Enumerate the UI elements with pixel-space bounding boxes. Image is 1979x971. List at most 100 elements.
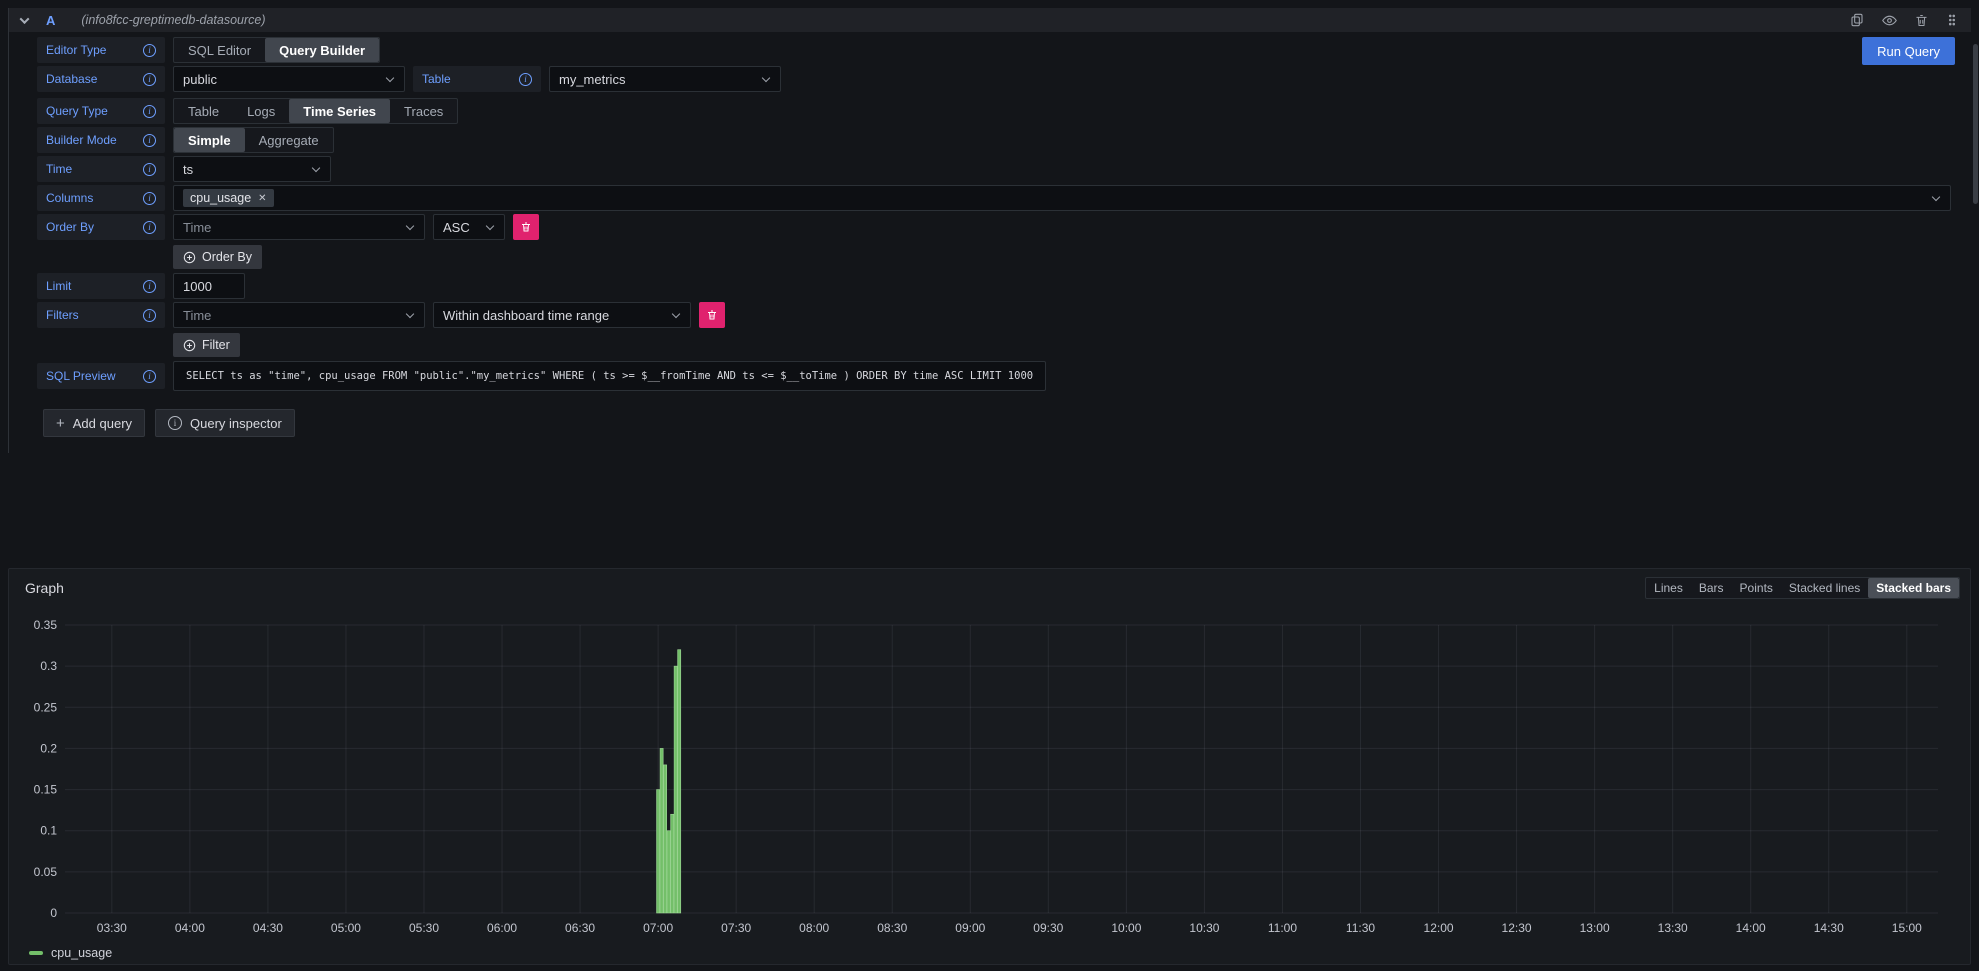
remove-tag-icon[interactable]: ✕ bbox=[258, 193, 266, 204]
svg-text:07:00: 07:00 bbox=[643, 921, 673, 935]
graph-panel: Graph Lines Bars Points Stacked lines St… bbox=[8, 568, 1971, 965]
add-query-button[interactable]: + Add query bbox=[43, 409, 145, 437]
info-icon[interactable]: i bbox=[143, 280, 156, 293]
query-type-option-logs[interactable]: Logs bbox=[233, 99, 289, 123]
columns-multiselect[interactable]: cpu_usage ✕ bbox=[173, 185, 1951, 211]
svg-text:0.15: 0.15 bbox=[34, 783, 58, 797]
svg-text:04:30: 04:30 bbox=[253, 921, 283, 935]
info-icon[interactable]: i bbox=[143, 370, 156, 383]
drag-handle-icon[interactable] bbox=[1945, 11, 1959, 29]
table-select[interactable]: my_metrics bbox=[549, 66, 781, 92]
query-type-label-box: Query Type i bbox=[37, 98, 165, 124]
query-ref-id[interactable]: A bbox=[46, 13, 55, 28]
legend-item-cpu-usage[interactable]: cpu_usage bbox=[19, 939, 1960, 960]
builder-mode-option-simple[interactable]: Simple bbox=[174, 128, 245, 152]
filter-column-value: Time bbox=[183, 308, 211, 323]
svg-text:0.2: 0.2 bbox=[40, 741, 57, 755]
order-by-column-value: Time bbox=[183, 220, 211, 235]
hide-response-eye-icon[interactable] bbox=[1881, 11, 1898, 29]
info-icon[interactable]: i bbox=[143, 105, 156, 118]
delete-query-trash-icon[interactable] bbox=[1914, 11, 1929, 29]
svg-text:11:30: 11:30 bbox=[1346, 921, 1375, 935]
mode-lines[interactable]: Lines bbox=[1646, 578, 1691, 598]
svg-text:06:30: 06:30 bbox=[565, 921, 595, 935]
chevron-down-icon bbox=[762, 73, 770, 81]
editor-type-option-query-builder[interactable]: Query Builder bbox=[265, 38, 379, 62]
add-filter-button[interactable]: Filter bbox=[173, 333, 240, 357]
display-mode-toggle: Lines Bars Points Stacked lines Stacked … bbox=[1645, 577, 1960, 599]
svg-text:10:00: 10:00 bbox=[1111, 921, 1141, 935]
query-row-header[interactable]: A (info8fcc-greptimedb-datasource) bbox=[9, 8, 1971, 32]
order-by-label-box: Order By i bbox=[37, 214, 165, 240]
column-tag-cpu-usage[interactable]: cpu_usage ✕ bbox=[183, 189, 274, 207]
svg-text:0.25: 0.25 bbox=[34, 700, 58, 714]
run-query-button[interactable]: Run Query bbox=[1862, 37, 1955, 65]
svg-text:11:00: 11:00 bbox=[1268, 921, 1297, 935]
mode-bars[interactable]: Bars bbox=[1691, 578, 1732, 598]
filter-range-select[interactable]: Within dashboard time range bbox=[433, 302, 691, 328]
scrollbar-thumb[interactable] bbox=[1973, 44, 1978, 204]
plus-icon: + bbox=[56, 415, 65, 432]
info-icon[interactable]: i bbox=[143, 44, 156, 57]
mode-stacked-bars[interactable]: Stacked bars bbox=[1868, 578, 1959, 598]
chevron-down-icon bbox=[406, 309, 414, 317]
svg-text:08:00: 08:00 bbox=[799, 921, 829, 935]
time-row: Time i ts bbox=[37, 156, 1951, 182]
sql-preview-text: SELECT ts as "time", cpu_usage FROM "pub… bbox=[173, 361, 1046, 391]
svg-text:13:00: 13:00 bbox=[1580, 921, 1610, 935]
builder-mode-option-aggregate[interactable]: Aggregate bbox=[245, 128, 333, 152]
remove-order-by-button[interactable] bbox=[513, 214, 539, 240]
limit-input[interactable] bbox=[173, 273, 245, 299]
info-circle-icon: i bbox=[168, 416, 182, 430]
time-column-select[interactable]: ts bbox=[173, 156, 331, 182]
svg-text:0.1: 0.1 bbox=[40, 824, 57, 838]
time-series-chart[interactable]: 03:3004:0004:3005:0005:3006:0006:3007:00… bbox=[19, 603, 1960, 939]
order-by-row: Order By i Time ASC bbox=[37, 214, 1951, 240]
remove-filter-button[interactable] bbox=[699, 302, 725, 328]
order-by-direction-value: ASC bbox=[443, 220, 470, 235]
svg-text:14:30: 14:30 bbox=[1814, 921, 1844, 935]
query-type-option-table[interactable]: Table bbox=[174, 99, 233, 123]
query-inspector-button[interactable]: i Query inspector bbox=[155, 409, 295, 437]
time-column-value: ts bbox=[183, 162, 193, 177]
info-icon[interactable]: i bbox=[143, 221, 156, 234]
info-icon[interactable]: i bbox=[519, 73, 532, 86]
query-type-option-traces[interactable]: Traces bbox=[390, 99, 457, 123]
filter-column-select[interactable]: Time bbox=[173, 302, 425, 328]
filter-range-value: Within dashboard time range bbox=[443, 308, 609, 323]
order-by-column-select[interactable]: Time bbox=[173, 214, 425, 240]
info-icon[interactable]: i bbox=[143, 309, 156, 322]
limit-label-box: Limit i bbox=[37, 273, 165, 299]
builder-mode-toggle: Simple Aggregate bbox=[173, 127, 334, 153]
collapse-chevron-icon[interactable] bbox=[20, 14, 30, 24]
svg-text:0.35: 0.35 bbox=[34, 618, 58, 632]
legend-series-swatch bbox=[29, 951, 43, 955]
chevron-down-icon bbox=[1932, 192, 1940, 200]
svg-text:0: 0 bbox=[50, 906, 57, 920]
editor-type-row: Editor Type i SQL Editor Query Builder bbox=[37, 37, 1951, 63]
chevron-down-icon bbox=[312, 163, 320, 171]
time-label-box: Time i bbox=[37, 156, 165, 182]
duplicate-query-icon[interactable] bbox=[1849, 11, 1865, 29]
builder-mode-label-box: Builder Mode i bbox=[37, 127, 165, 153]
mode-points[interactable]: Points bbox=[1732, 578, 1781, 598]
info-icon[interactable]: i bbox=[143, 192, 156, 205]
svg-text:03:30: 03:30 bbox=[97, 921, 127, 935]
query-type-row: Query Type i Table Logs Time Series Trac… bbox=[37, 98, 1951, 124]
database-select[interactable]: public bbox=[173, 66, 405, 92]
add-order-by-button[interactable]: Order By bbox=[173, 245, 262, 269]
chevron-down-icon bbox=[486, 221, 494, 229]
chevron-down-icon bbox=[386, 73, 394, 81]
order-by-direction-select[interactable]: ASC bbox=[433, 214, 505, 240]
query-footer: + Add query i Query inspector bbox=[43, 409, 1951, 453]
mode-stacked-lines[interactable]: Stacked lines bbox=[1781, 578, 1868, 598]
info-icon[interactable]: i bbox=[143, 134, 156, 147]
sql-preview-label-box: SQL Preview i bbox=[37, 363, 165, 389]
editor-type-option-sql-editor[interactable]: SQL Editor bbox=[174, 38, 265, 62]
query-editor-row: A (info8fcc-greptimedb-datasource) Run Q… bbox=[8, 8, 1971, 453]
info-icon[interactable]: i bbox=[143, 163, 156, 176]
table-label-box: Table i bbox=[413, 66, 541, 92]
query-type-option-time-series[interactable]: Time Series bbox=[289, 99, 390, 123]
svg-text:10:30: 10:30 bbox=[1189, 921, 1219, 935]
info-icon[interactable]: i bbox=[143, 73, 156, 86]
